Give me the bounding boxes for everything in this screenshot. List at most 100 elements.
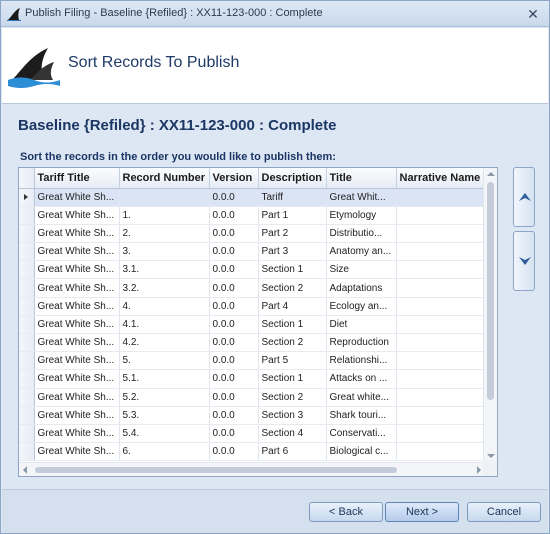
cell-narrative-name[interactable] — [396, 278, 487, 298]
cell-version[interactable]: 0.0.0 — [209, 424, 259, 444]
column-header-record-number[interactable]: Record Number — [119, 168, 210, 189]
row-header[interactable] — [19, 260, 35, 280]
cell-record-number[interactable]: 6. — [119, 442, 210, 462]
cell-description[interactable]: Section 2 — [258, 388, 327, 407]
cell-version[interactable]: 0.0.0 — [209, 351, 259, 371]
row-header[interactable] — [19, 424, 35, 444]
scroll-left-arrow-icon[interactable] — [23, 466, 27, 474]
horizontal-scrollbar[interactable] — [19, 462, 485, 476]
cancel-button[interactable]: Cancel — [467, 502, 541, 522]
cell-tariff-title[interactable]: Great White Sh... — [34, 188, 120, 207]
cell-title[interactable]: Ecology an... — [326, 297, 397, 316]
cell-narrative-name[interactable] — [396, 260, 487, 280]
cell-title[interactable]: Great white... — [326, 388, 397, 407]
row-header[interactable] — [19, 297, 35, 316]
cell-record-number[interactable]: 5.1. — [119, 369, 210, 389]
cell-version[interactable]: 0.0.0 — [209, 388, 259, 407]
move-down-button[interactable] — [513, 231, 535, 291]
row-header[interactable] — [19, 388, 35, 407]
cell-version[interactable]: 0.0.0 — [209, 260, 259, 280]
cell-narrative-name[interactable] — [396, 242, 487, 262]
row-header[interactable] — [19, 333, 35, 353]
next-button[interactable]: Next > — [385, 502, 459, 522]
cell-description[interactable]: Section 2 — [258, 333, 327, 353]
horizontal-scroll-thumb[interactable] — [35, 467, 397, 473]
cell-title[interactable]: Biological c... — [326, 442, 397, 462]
cell-version[interactable]: 0.0.0 — [209, 224, 259, 244]
column-header-version[interactable]: Version — [209, 168, 259, 189]
cell-title[interactable]: Shark touri... — [326, 406, 397, 425]
cell-record-number[interactable] — [119, 188, 210, 207]
cell-tariff-title[interactable]: Great White Sh... — [34, 406, 120, 425]
cell-description[interactable]: Section 1 — [258, 260, 327, 280]
table-row[interactable]: Great White Sh... 5.4. 0.0.0 Section 4 Conse… — [19, 424, 487, 444]
cell-record-number[interactable]: 5.4. — [119, 424, 210, 444]
cell-description[interactable]: Section 2 — [258, 278, 327, 298]
table-row[interactable]: Great White Sh... 0.0.0 Tariff Great Whit..… — [19, 188, 487, 207]
cell-narrative-name[interactable] — [396, 224, 487, 244]
cell-version[interactable]: 0.0.0 — [209, 206, 259, 225]
cell-narrative-name[interactable] — [396, 188, 487, 207]
cell-narrative-name[interactable] — [396, 315, 487, 335]
cell-tariff-title[interactable]: Great White Sh... — [34, 260, 120, 280]
row-header[interactable] — [19, 206, 35, 225]
column-header-description[interactable]: Description — [258, 168, 327, 189]
scroll-down-arrow-icon[interactable] — [487, 454, 495, 458]
cell-version[interactable]: 0.0.0 — [209, 333, 259, 353]
cell-title[interactable]: Reproduction — [326, 333, 397, 353]
cell-title[interactable]: Relationshi... — [326, 351, 397, 371]
cell-tariff-title[interactable]: Great White Sh... — [34, 388, 120, 407]
table-row[interactable]: Great White Sh... 5.1. 0.0.0 Section 1 Attac… — [19, 369, 487, 389]
row-header[interactable] — [19, 351, 35, 371]
cell-record-number[interactable]: 4.1. — [119, 315, 210, 335]
row-header[interactable] — [19, 315, 35, 335]
cell-version[interactable]: 0.0.0 — [209, 369, 259, 389]
row-header[interactable] — [19, 188, 35, 207]
cell-description[interactable]: Section 4 — [258, 424, 327, 444]
cell-version[interactable]: 0.0.0 — [209, 442, 259, 462]
cell-tariff-title[interactable]: Great White Sh... — [34, 351, 120, 371]
cell-record-number[interactable]: 1. — [119, 206, 210, 225]
table-row[interactable]: Great White Sh... 4. 0.0.0 Part 4 Ecology an… — [19, 297, 487, 316]
cell-record-number[interactable]: 4. — [119, 297, 210, 316]
cell-title[interactable]: Great Whit... — [326, 188, 397, 207]
cell-description[interactable]: Section 3 — [258, 406, 327, 425]
cell-description[interactable]: Section 1 — [258, 315, 327, 335]
cell-tariff-title[interactable]: Great White Sh... — [34, 206, 120, 225]
cell-title[interactable]: Anatomy an... — [326, 242, 397, 262]
scroll-up-arrow-icon[interactable] — [487, 172, 495, 176]
cell-tariff-title[interactable]: Great White Sh... — [34, 315, 120, 335]
column-header-narrative-name[interactable]: Narrative Name — [396, 168, 487, 189]
cell-title[interactable]: Etymology — [326, 206, 397, 225]
cell-tariff-title[interactable]: Great White Sh... — [34, 278, 120, 298]
cell-version[interactable]: 0.0.0 — [209, 188, 259, 207]
vertical-scrollbar[interactable] — [483, 168, 497, 462]
move-up-button[interactable] — [513, 167, 535, 227]
cell-tariff-title[interactable]: Great White Sh... — [34, 333, 120, 353]
cell-tariff-title[interactable]: Great White Sh... — [34, 442, 120, 462]
cell-title[interactable]: Conservati... — [326, 424, 397, 444]
column-header-tariff-title[interactable]: Tariff Title — [34, 168, 120, 189]
cell-record-number[interactable]: 3. — [119, 242, 210, 262]
table-row[interactable]: Great White Sh... 5.3. 0.0.0 Section 3 Shark… — [19, 406, 487, 425]
cell-tariff-title[interactable]: Great White Sh... — [34, 224, 120, 244]
scroll-right-arrow-icon[interactable] — [477, 466, 481, 474]
row-header[interactable] — [19, 369, 35, 389]
table-row[interactable]: Great White Sh... 6. 0.0.0 Part 6 Biological… — [19, 442, 487, 462]
cell-title[interactable]: Diet — [326, 315, 397, 335]
cell-tariff-title[interactable]: Great White Sh... — [34, 297, 120, 316]
cell-narrative-name[interactable] — [396, 369, 487, 389]
cell-record-number[interactable]: 2. — [119, 224, 210, 244]
back-button[interactable]: < Back — [309, 502, 383, 522]
cell-version[interactable]: 0.0.0 — [209, 406, 259, 425]
cell-title[interactable]: Distributio... — [326, 224, 397, 244]
cell-description[interactable]: Part 5 — [258, 351, 327, 371]
row-header[interactable] — [19, 278, 35, 298]
row-header[interactable] — [19, 442, 35, 462]
cell-narrative-name[interactable] — [396, 206, 487, 225]
cell-description[interactable]: Part 4 — [258, 297, 327, 316]
cell-narrative-name[interactable] — [396, 424, 487, 444]
cell-record-number[interactable]: 3.2. — [119, 278, 210, 298]
cell-narrative-name[interactable] — [396, 333, 487, 353]
row-header[interactable] — [19, 224, 35, 244]
